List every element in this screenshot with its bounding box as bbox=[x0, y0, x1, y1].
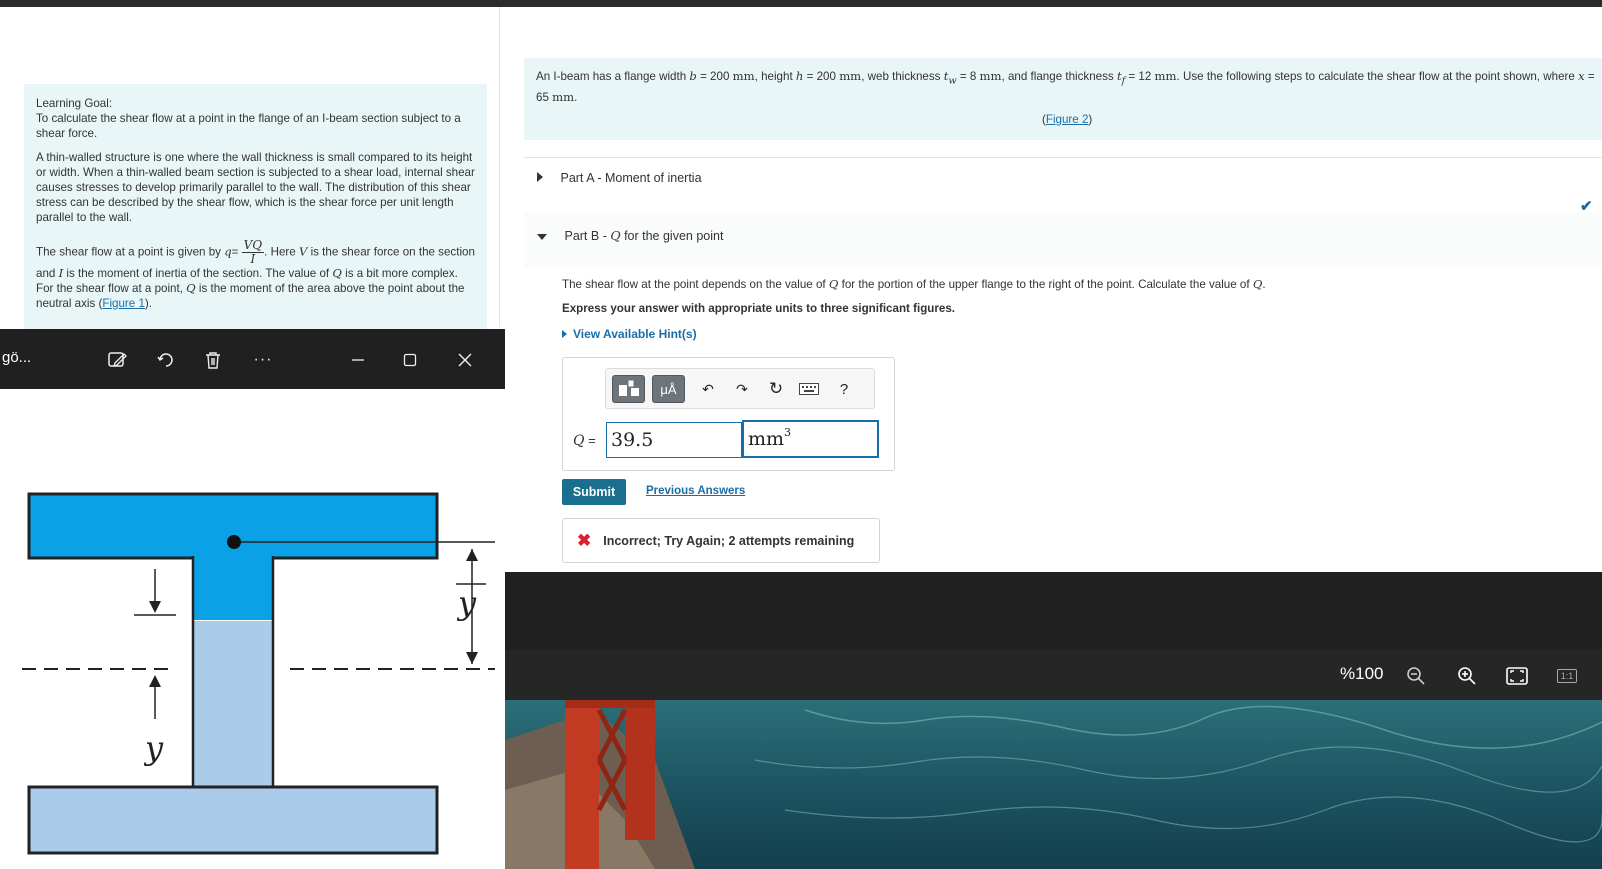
part-b-header[interactable]: Part B - Q for the given point bbox=[537, 228, 723, 243]
reset-button[interactable]: ↻ bbox=[764, 375, 788, 403]
part-b-instruction: Express your answer with appropriate uni… bbox=[562, 302, 955, 315]
learning-goal-text: Learning Goal: To calculate the shear fl… bbox=[36, 97, 461, 140]
figure-1-link[interactable]: Figure 1 bbox=[102, 297, 145, 310]
collapse-icon bbox=[537, 233, 547, 240]
units-button[interactable]: μÅ bbox=[652, 375, 685, 403]
math-toolbar: μÅ ↶ ↷ ↻ ? bbox=[605, 368, 875, 409]
close-icon bbox=[458, 353, 472, 367]
maximize-icon bbox=[403, 353, 417, 367]
fit-window-icon bbox=[1506, 667, 1528, 685]
thin-walled-paragraph: A thin-walled structure is one where the… bbox=[36, 151, 475, 224]
edit-button[interactable] bbox=[104, 347, 130, 373]
redo-button[interactable]: ↷ bbox=[730, 375, 754, 403]
close-button[interactable] bbox=[452, 347, 478, 373]
expand-icon bbox=[537, 172, 543, 182]
minimize-button[interactable] bbox=[345, 347, 371, 373]
viewer-background bbox=[505, 572, 1602, 650]
undo-icon: ↶ bbox=[702, 380, 714, 397]
unit-input[interactable]: mm3 bbox=[742, 420, 879, 458]
divider bbox=[524, 157, 1602, 158]
maximize-button[interactable] bbox=[397, 347, 423, 373]
part-a-header[interactable]: Part A - Moment of inertia bbox=[537, 171, 702, 185]
top-bar bbox=[0, 0, 1602, 7]
answer-box: μÅ ↶ ↷ ↻ ? Q = 39.5 mm3 bbox=[562, 357, 895, 471]
template-icon bbox=[618, 380, 639, 396]
figure-2-link-wrap: (Figure 2) bbox=[1042, 113, 1093, 126]
actual-size-icon: 1:1 bbox=[1556, 669, 1578, 683]
zoom-level: %100 bbox=[1340, 664, 1384, 683]
learning-goal-box: Learning Goal: To calculate the shear fl… bbox=[24, 84, 487, 329]
previous-answers-link[interactable]: Previous Answers bbox=[646, 485, 745, 497]
figure-view: y y bbox=[0, 389, 505, 869]
help-button[interactable]: ? bbox=[832, 375, 856, 403]
submit-button[interactable]: Submit bbox=[562, 479, 626, 505]
figure-2-link[interactable]: Figure 2 bbox=[1046, 113, 1089, 126]
lower-web-shape bbox=[193, 621, 273, 789]
delete-button[interactable] bbox=[200, 347, 226, 373]
edit-image-icon bbox=[108, 352, 127, 368]
viewer-title-bar: gö... ··· bbox=[0, 329, 505, 389]
point-marker bbox=[227, 535, 241, 549]
background-photo bbox=[505, 700, 1602, 869]
incorrect-icon: ✖ bbox=[577, 530, 592, 550]
y-bar-label-right: y bbox=[456, 584, 477, 622]
more-options-button[interactable]: ··· bbox=[250, 347, 276, 373]
keyboard-button[interactable] bbox=[796, 375, 822, 403]
reset-icon: ↻ bbox=[768, 379, 784, 398]
fit-to-window-button[interactable] bbox=[1506, 665, 1528, 687]
upper-web-shape bbox=[193, 556, 273, 620]
value-input[interactable]: 39.5 bbox=[606, 422, 742, 458]
q-label: Q = bbox=[573, 433, 596, 449]
zoom-in-button[interactable] bbox=[1456, 665, 1478, 687]
viewer-toolbar bbox=[505, 650, 1602, 700]
problem-statement: An I-beam has a flange width b = 200 mm,… bbox=[524, 58, 1602, 140]
redo-icon: ↷ bbox=[736, 380, 748, 397]
feedback-box: ✖ Incorrect; Try Again; 2 attempts remai… bbox=[562, 518, 880, 563]
y-label-left: y bbox=[143, 729, 164, 767]
golden-gate-photo bbox=[505, 700, 1602, 869]
zoom-out-icon bbox=[1407, 667, 1425, 685]
view-hints-link[interactable]: View Available Hint(s) bbox=[562, 327, 697, 341]
rotate-button[interactable] bbox=[153, 347, 179, 373]
learning-goal-heading: Learning Goal: bbox=[36, 97, 113, 110]
window-title: gö... bbox=[2, 349, 32, 366]
zoom-out-button[interactable] bbox=[1405, 665, 1427, 687]
expand-icon bbox=[562, 330, 567, 338]
rotate-icon bbox=[157, 353, 173, 367]
undo-button[interactable]: ↶ bbox=[696, 375, 720, 403]
trash-icon bbox=[206, 352, 220, 369]
shear-flow-fraction: VQ I bbox=[241, 238, 265, 266]
template-button[interactable] bbox=[612, 375, 645, 403]
keyboard-icon bbox=[799, 383, 819, 395]
lower-flange-shape bbox=[27, 785, 439, 855]
shear-flow-paragraph: The shear flow at a point is given by q=… bbox=[36, 238, 475, 311]
i-beam-diagram: y y bbox=[22, 492, 495, 855]
minimize-icon bbox=[352, 359, 364, 361]
part-b-description: The shear flow at the point depends on t… bbox=[562, 277, 1266, 291]
actual-size-button[interactable]: 1:1 bbox=[1555, 665, 1579, 687]
zoom-in-icon bbox=[1458, 667, 1476, 685]
feedback-text: Incorrect; Try Again; 2 attempts remaini… bbox=[603, 533, 855, 548]
